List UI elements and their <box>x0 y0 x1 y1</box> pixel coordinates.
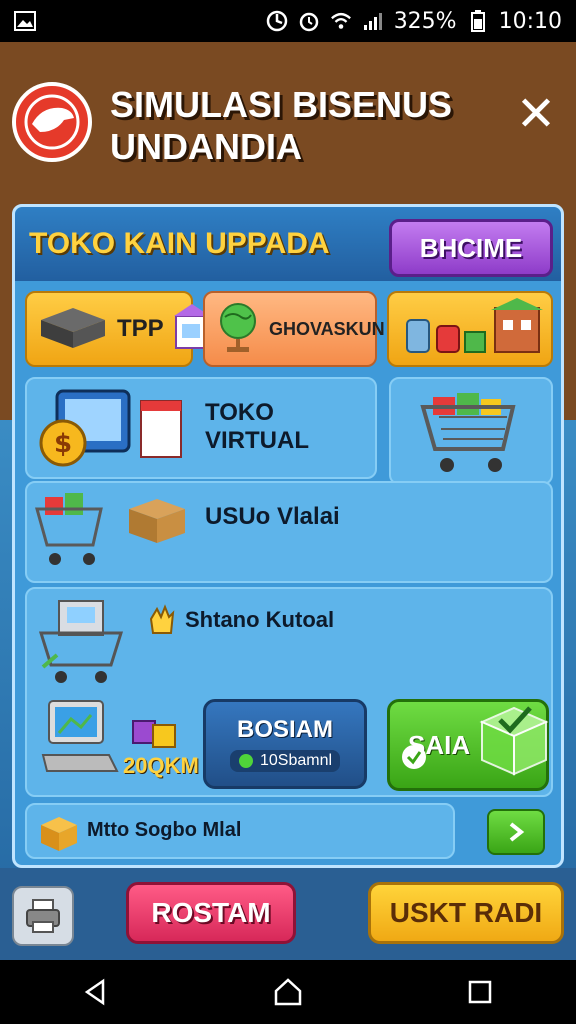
stock-label: Shtano Kutoal <box>185 607 335 632</box>
usaha-label: USUo Vlalai <box>205 503 340 530</box>
back-button[interactable] <box>66 967 126 1017</box>
cubes-icon <box>129 711 181 755</box>
bottom-row-label: Mtto Sogbo Mlal <box>87 819 242 841</box>
box-icon <box>37 302 109 357</box>
status-bar: 325% 10:10 <box>0 0 576 42</box>
refresh-icon <box>400 743 428 776</box>
printer-icon <box>26 899 60 933</box>
shopping-cart-icon <box>417 387 529 483</box>
rostam-button[interactable]: ROSTAM <box>126 882 296 944</box>
back-icon <box>84 978 105 1006</box>
shop-title: TOKO KAIN UPPADA <box>29 227 330 260</box>
battery-percent: 325% <box>393 8 457 34</box>
printer-button[interactable] <box>12 886 74 946</box>
close-button[interactable]: ✕ <box>514 90 558 138</box>
bosiam-sub-label: 10Sbamnl <box>259 752 333 769</box>
price-label: 20QKM <box>123 753 199 778</box>
supplies-icon <box>399 296 547 363</box>
clock: 10:10 <box>498 8 562 34</box>
next-button[interactable] <box>487 809 545 855</box>
page-title: SIMULASI BISENUS UNDANDIA <box>110 84 452 168</box>
category-button-tpp[interactable]: TPP <box>25 291 210 367</box>
shop-panel: TOKO KAIN UPPADA BHCIME TPP GHOVASKUN $ … <box>12 204 564 868</box>
crate-icon <box>37 811 81 859</box>
category-label: GHOVASKUN <box>269 318 385 339</box>
game-header: SIMULASI BISENUS UNDANDIA ✕ <box>0 60 576 200</box>
svg-text:$: $ <box>54 429 72 459</box>
computer-icon <box>41 697 121 785</box>
battery-icon <box>467 10 489 32</box>
card-usaha[interactable]: USUo Vlalai <box>25 481 553 583</box>
card-virtual-store[interactable]: $ TOKO VIRTUAL <box>25 377 377 479</box>
globe-icon <box>215 299 261 360</box>
virtual-store-label: TOKO VIRTUAL <box>205 399 309 454</box>
title-line-2: UNDANDIA <box>110 126 302 167</box>
top-action-button[interactable]: BHCIME <box>389 219 553 277</box>
alarm-icon <box>298 10 320 32</box>
bosiam-button[interactable]: BOSIAM 10Sbamnl <box>203 699 367 789</box>
saia-button[interactable]: SAIA <box>387 699 549 791</box>
cart-scanner-icon <box>37 597 127 691</box>
category-label: TPP <box>117 315 164 342</box>
card-cart[interactable] <box>389 377 553 485</box>
bosiam-sub: 10Sbamnl <box>229 750 341 772</box>
recents-icon <box>468 980 492 1004</box>
system-nav-bar <box>0 960 576 1024</box>
bosiam-label: BOSIAM <box>237 716 333 743</box>
title-line-1: SIMULASI BISENUS <box>110 84 453 125</box>
uskt-radi-button[interactable]: USKT RADI <box>368 882 564 944</box>
logo-icon <box>12 82 92 162</box>
footer-bar: ROSTAM USKT RADI <box>0 868 576 960</box>
wifi-icon <box>330 10 352 32</box>
panel-header: TOKO KAIN UPPADA BHCIME <box>15 207 561 281</box>
gallery-icon <box>14 10 36 32</box>
category-button-supplies[interactable] <box>387 291 553 367</box>
signal-icon <box>362 10 384 32</box>
home-icon <box>274 978 302 1006</box>
card-bottom-row[interactable]: Mtto Sogbo Mlal <box>25 803 455 859</box>
green-dot-icon <box>238 754 253 768</box>
cart-box-icon <box>35 489 195 579</box>
chevron-right-icon <box>509 822 525 842</box>
recents-button[interactable] <box>450 967 510 1017</box>
hand-icon <box>147 603 177 641</box>
home-button[interactable] <box>258 967 318 1017</box>
coin-tablet-icon: $ <box>35 387 185 481</box>
sync-icon <box>266 10 288 32</box>
category-button-globe[interactable]: GHOVASKUN <box>203 291 385 367</box>
checkbox-cube-icon <box>472 694 552 787</box>
